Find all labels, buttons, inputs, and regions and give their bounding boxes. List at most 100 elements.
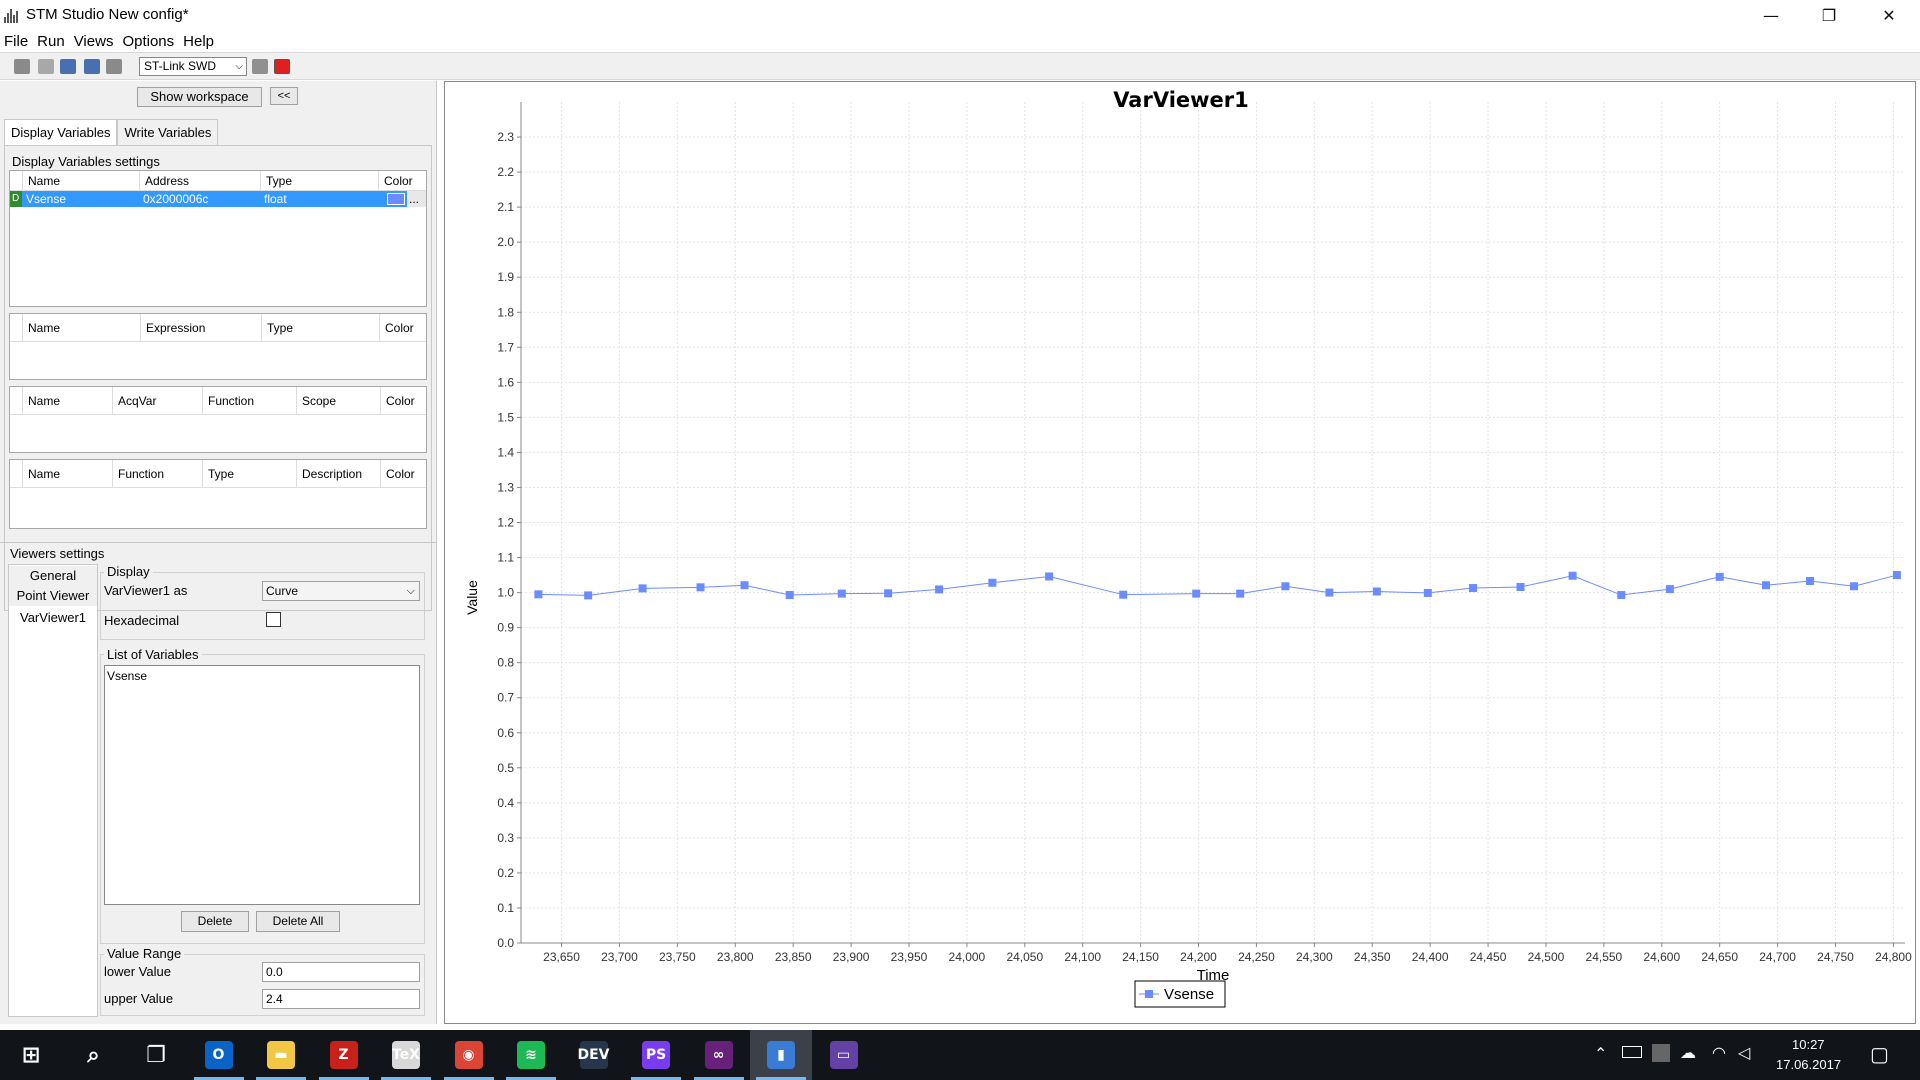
- column-expression[interactable]: Expression: [140, 314, 261, 342]
- color-picker-button[interactable]: ...: [407, 191, 426, 207]
- column-color[interactable]: Color: [380, 387, 426, 415]
- pause-icon[interactable]: [252, 59, 268, 74]
- maximize-button[interactable]: ❐: [1800, 0, 1858, 30]
- column-color[interactable]: Color: [380, 460, 426, 488]
- probe-select[interactable]: ST-Link SWD ⌵: [139, 57, 247, 76]
- device-icon[interactable]: [1652, 1044, 1670, 1062]
- menu-options[interactable]: Options: [122, 33, 174, 50]
- data-point[interactable]: [584, 591, 593, 600]
- data-point[interactable]: [837, 589, 846, 598]
- notifications-icon[interactable]: ▢: [1870, 1042, 1889, 1067]
- lower-value-input[interactable]: 0.0: [262, 962, 420, 982]
- spotify-icon[interactable]: ≋: [500, 1030, 562, 1080]
- data-point[interactable]: [884, 589, 893, 598]
- column-type[interactable]: Type: [260, 171, 378, 191]
- viewer-item-varviewer1[interactable]: VarViewer1: [9, 608, 97, 628]
- data-point[interactable]: [1665, 585, 1674, 594]
- data-point[interactable]: [1372, 587, 1381, 596]
- twitch-icon[interactable]: ▭: [813, 1030, 875, 1080]
- clock-time[interactable]: 10:27: [1792, 1037, 1825, 1052]
- data-point[interactable]: [1806, 577, 1815, 586]
- delete-all-button[interactable]: Delete All: [256, 911, 340, 932]
- list-item[interactable]: Vsense: [107, 669, 147, 683]
- data-point[interactable]: [988, 578, 997, 587]
- data-point[interactable]: [740, 581, 749, 590]
- data-point[interactable]: [1281, 582, 1290, 591]
- color-swatch[interactable]: [387, 193, 405, 205]
- stop-icon[interactable]: [274, 59, 290, 74]
- viewer-item-general[interactable]: General: [9, 566, 97, 586]
- tab-write-variables[interactable]: Write Variables: [117, 119, 219, 145]
- upper-value-input[interactable]: 2.4: [262, 989, 420, 1009]
- data-point[interactable]: [1325, 588, 1334, 597]
- minimize-button[interactable]: —: [1742, 0, 1800, 30]
- table-row[interactable]: D Vsense 0x2000006c float ...: [10, 191, 426, 207]
- volume-icon[interactable]: ◁: [1738, 1043, 1750, 1063]
- devexpress-icon[interactable]: DEV: [563, 1030, 625, 1080]
- column-name[interactable]: Name: [22, 171, 139, 191]
- menu-run[interactable]: Run: [37, 33, 65, 50]
- collapse-button[interactable]: <<: [270, 87, 298, 105]
- tab-display-variables[interactable]: Display Variables: [4, 119, 118, 145]
- data-point[interactable]: [1617, 591, 1626, 600]
- column-address[interactable]: Address: [139, 171, 260, 191]
- data-point[interactable]: [1568, 571, 1577, 580]
- task-view-icon[interactable]: ❐: [125, 1030, 187, 1080]
- data-point[interactable]: [1469, 584, 1478, 593]
- column-description[interactable]: Description: [296, 460, 380, 488]
- search-icon[interactable]: ⌕: [63, 1030, 125, 1080]
- menu-help[interactable]: Help: [183, 33, 214, 50]
- file-explorer-icon[interactable]: ▬: [250, 1030, 312, 1080]
- data-point[interactable]: [1516, 582, 1525, 591]
- column-scope[interactable]: Scope: [296, 387, 380, 415]
- column-function[interactable]: Function: [202, 387, 296, 415]
- phpstorm-icon[interactable]: PS: [625, 1030, 687, 1080]
- data-point[interactable]: [638, 584, 647, 593]
- column-color[interactable]: Color: [378, 171, 426, 191]
- export-icon[interactable]: [106, 59, 122, 74]
- stm-studio-icon[interactable]: ▮: [750, 1030, 812, 1080]
- data-point[interactable]: [1762, 581, 1771, 590]
- data-point[interactable]: [534, 590, 543, 599]
- show-hidden-icons[interactable]: ⌃: [1594, 1044, 1607, 1064]
- open-icon[interactable]: [14, 59, 30, 74]
- chart-canvas[interactable]: 0.0 0.1 0.2 0.3 0.4 0.5 0.6 0.7 0.8 0.9 1.0 1.1 1.2 1…: [445, 82, 1915, 1023]
- cloud-icon[interactable]: ☁: [1680, 1043, 1696, 1063]
- viewer-item-point-viewer[interactable]: Point Viewer: [9, 586, 97, 606]
- data-point[interactable]: [1892, 571, 1901, 580]
- data-point[interactable]: [1236, 589, 1245, 598]
- data-point[interactable]: [1715, 572, 1724, 581]
- hexadecimal-checkbox[interactable]: [266, 612, 281, 627]
- data-point[interactable]: [1850, 582, 1859, 591]
- outlook-icon[interactable]: O: [188, 1030, 250, 1080]
- tex-icon[interactable]: TeX: [375, 1030, 437, 1080]
- visual-studio-icon[interactable]: ∞: [688, 1030, 750, 1080]
- save-icon[interactable]: [84, 59, 100, 74]
- column-color[interactable]: Color: [379, 314, 426, 342]
- data-point[interactable]: [1045, 572, 1054, 581]
- battery-icon[interactable]: [1622, 1046, 1642, 1058]
- menu-views[interactable]: Views: [74, 33, 114, 50]
- data-point[interactable]: [1192, 589, 1201, 598]
- viewer-type-select[interactable]: Curve ⌵: [262, 581, 420, 601]
- chart-legend[interactable]: Vsense: [1134, 980, 1226, 1008]
- column-name[interactable]: Name: [22, 387, 112, 415]
- variables-list[interactable]: Vsense: [104, 665, 420, 905]
- column-type[interactable]: Type: [202, 460, 296, 488]
- new-icon[interactable]: [38, 59, 54, 74]
- data-point[interactable]: [1423, 588, 1432, 597]
- close-button[interactable]: ✕: [1860, 0, 1918, 30]
- save-as-icon[interactable]: [60, 59, 76, 74]
- menu-file[interactable]: File: [4, 33, 28, 50]
- clock-date[interactable]: 17.06.2017: [1776, 1057, 1841, 1072]
- delete-button[interactable]: Delete: [181, 911, 249, 932]
- show-workspace-button[interactable]: Show workspace: [137, 87, 262, 107]
- wifi-icon[interactable]: ◠: [1712, 1043, 1726, 1063]
- start-icon[interactable]: ⊞: [0, 1030, 62, 1080]
- column-function[interactable]: Function: [112, 460, 202, 488]
- chrome-icon[interactable]: ◉: [438, 1030, 500, 1080]
- column-name[interactable]: Name: [22, 460, 112, 488]
- filezilla-icon[interactable]: Z: [313, 1030, 375, 1080]
- column-acqvar[interactable]: AcqVar: [112, 387, 202, 415]
- data-point[interactable]: [696, 583, 705, 592]
